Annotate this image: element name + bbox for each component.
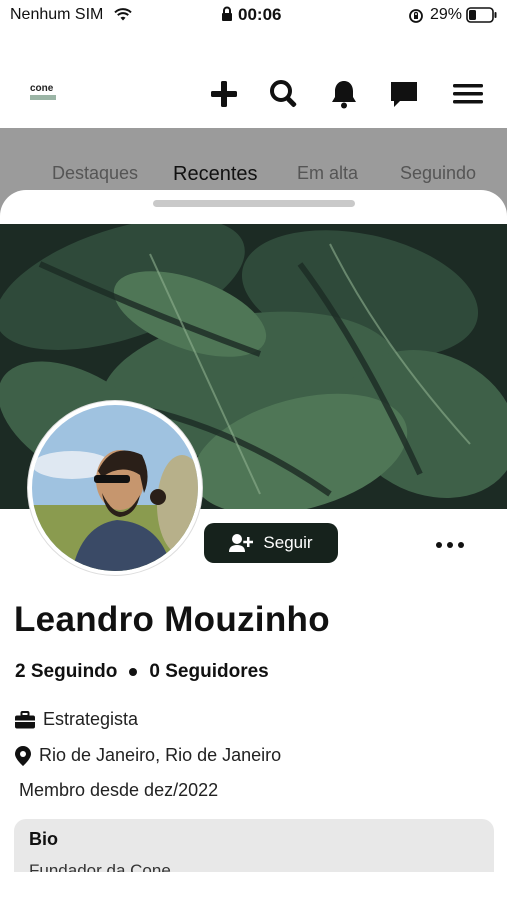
battery-percent: 29% bbox=[430, 6, 463, 23]
search-icon[interactable] bbox=[268, 78, 300, 110]
separator-dot bbox=[129, 668, 138, 676]
carrier-label: Nenhum SIM bbox=[10, 6, 104, 23]
menu-icon[interactable] bbox=[452, 78, 484, 110]
status-bar: Nenhum SIM 00:06 29% bbox=[0, 0, 507, 30]
bio-title: Bio bbox=[29, 829, 58, 849]
battery-icon bbox=[466, 7, 497, 23]
add-user-icon bbox=[229, 534, 254, 552]
chat-icon[interactable] bbox=[388, 78, 420, 110]
bell-icon[interactable] bbox=[328, 78, 360, 110]
briefcase-icon bbox=[15, 710, 35, 728]
followers-count[interactable]: 0 Seguidores bbox=[149, 661, 268, 683]
sheet-grabber[interactable] bbox=[153, 200, 355, 207]
lock-icon bbox=[222, 6, 232, 21]
tab-destaques[interactable]: Destaques bbox=[52, 163, 138, 184]
bottom-safe-area bbox=[0, 872, 507, 900]
profile-sheet: Seguir Leandro Mouzinho 2 Seguindo 0 Seg… bbox=[0, 190, 507, 880]
dot-icon bbox=[436, 542, 442, 548]
tab-seguindo[interactable]: Seguindo bbox=[400, 163, 476, 184]
member-since: Membro desde dez/2022 bbox=[19, 780, 219, 800]
location-row: Rio de Janeiro, Rio de Janeiro bbox=[15, 745, 281, 766]
dot-icon bbox=[458, 542, 464, 548]
wifi-icon bbox=[114, 8, 132, 21]
tab-recentes[interactable]: Recentes bbox=[173, 163, 258, 186]
profile-name: Leandro Mouzinho bbox=[14, 600, 330, 639]
follow-stats: 2 Seguindo 0 Seguidores bbox=[15, 661, 269, 683]
role-row: Estrategista bbox=[15, 709, 138, 730]
follow-button[interactable]: Seguir bbox=[204, 523, 338, 563]
dot-icon bbox=[447, 542, 453, 548]
cone-logo[interactable]: cone bbox=[30, 84, 60, 102]
logo-mark bbox=[30, 95, 56, 100]
avatar[interactable] bbox=[28, 401, 202, 575]
location-pin-icon bbox=[15, 745, 31, 766]
following-count[interactable]: 2 Seguindo bbox=[15, 661, 117, 683]
tab-em-alta[interactable]: Em alta bbox=[297, 163, 358, 184]
rotation-lock-icon bbox=[409, 9, 423, 23]
clock: 00:06 bbox=[238, 5, 282, 24]
follow-label: Seguir bbox=[263, 533, 313, 552]
app-header: cone bbox=[0, 54, 507, 129]
plus-icon[interactable] bbox=[208, 78, 240, 110]
role-text: Estrategista bbox=[43, 709, 139, 729]
bio-card: Bio Fundador da Cone bbox=[14, 819, 494, 880]
location-text: Rio de Janeiro, Rio de Janeiro bbox=[39, 745, 282, 765]
more-options-button[interactable] bbox=[430, 530, 470, 560]
logo-text: cone bbox=[30, 83, 54, 94]
